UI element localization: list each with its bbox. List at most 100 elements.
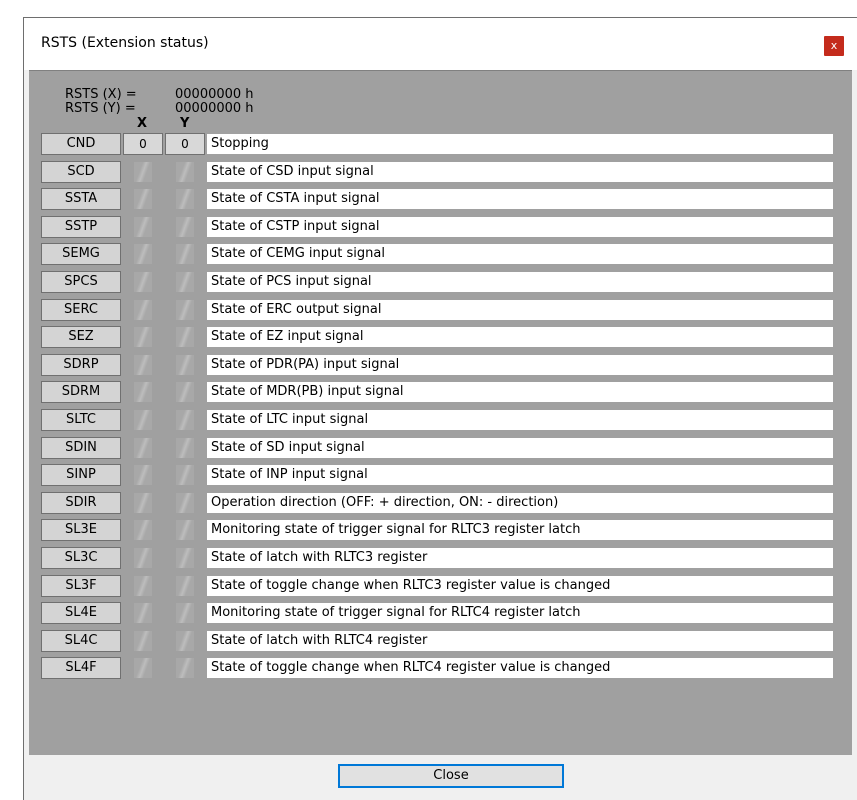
- bit-value-y: [165, 492, 205, 514]
- bit-description: State of CSTA input signal: [207, 189, 833, 209]
- bit-description: State of PCS input signal: [207, 272, 833, 292]
- status-row: SL4E Monitoring state of trigger signal f…: [41, 602, 833, 624]
- bit-value-x: [123, 188, 163, 210]
- bit-description: State of EZ input signal: [207, 327, 833, 347]
- bit-value-x: [123, 299, 163, 321]
- register-x-label: RSTS (X) =: [65, 87, 137, 102]
- disabled-hatch-icon: [176, 438, 194, 458]
- bit-name-button[interactable]: SLTC: [41, 409, 121, 431]
- status-row: SL4C State of latch with RLTC4 register: [41, 630, 833, 652]
- bit-name-button[interactable]: SSTA: [41, 188, 121, 210]
- bit-value-x: [123, 630, 163, 652]
- rsts-dialog: RSTS (Extension status) x RSTS (X) = 000…: [23, 17, 857, 800]
- bit-value-y: [165, 575, 205, 597]
- disabled-hatch-icon: [134, 658, 152, 678]
- bit-name-button[interactable]: SEMG: [41, 243, 121, 265]
- bit-name-button[interactable]: SEZ: [41, 326, 121, 348]
- disabled-hatch-icon: [176, 300, 194, 320]
- close-icon[interactable]: x: [824, 36, 844, 56]
- disabled-hatch-icon: [134, 465, 152, 485]
- register-values: RSTS (X) = 00000000 h RSTS (Y) = 0000000…: [65, 88, 254, 116]
- bit-value-x: [123, 271, 163, 293]
- bit-value-y: [165, 657, 205, 679]
- bit-value-x: [123, 657, 163, 679]
- close-button[interactable]: Close: [338, 764, 564, 788]
- bit-name-button[interactable]: SDRM: [41, 381, 121, 403]
- status-row: SDRP State of PDR(PA) input signal: [41, 354, 833, 376]
- bit-name-button[interactable]: SL4E: [41, 602, 121, 624]
- bit-description: State of CSTP input signal: [207, 217, 833, 237]
- bit-name-button[interactable]: SINP: [41, 464, 121, 486]
- disabled-hatch-icon: [176, 658, 194, 678]
- column-header-x: X: [137, 116, 148, 131]
- disabled-hatch-icon: [134, 493, 152, 513]
- status-row: SL3F State of toggle change when RLTC3 re…: [41, 575, 833, 597]
- bit-value-x: [123, 381, 163, 403]
- bit-name-button[interactable]: SL3E: [41, 519, 121, 541]
- disabled-hatch-icon: [134, 631, 152, 651]
- bit-value-y: [165, 161, 205, 183]
- bit-value-y: [165, 326, 205, 348]
- disabled-hatch-icon: [134, 438, 152, 458]
- disabled-hatch-icon: [134, 327, 152, 347]
- status-row: SLTC State of LTC input signal: [41, 409, 833, 431]
- disabled-hatch-icon: [134, 272, 152, 292]
- register-x-value: 00000000 h: [175, 87, 254, 102]
- bit-value-text: 0: [181, 137, 189, 151]
- disabled-hatch-icon: [176, 465, 194, 485]
- bit-value-x: [123, 437, 163, 459]
- status-row: SDRM State of MDR(PB) input signal: [41, 381, 833, 403]
- bit-name-button[interactable]: SL4C: [41, 630, 121, 652]
- title-bar: RSTS (Extension status) x: [24, 18, 857, 70]
- disabled-hatch-icon: [176, 631, 194, 651]
- bit-description: State of toggle change when RLTC4 regist…: [207, 658, 833, 678]
- status-row: SEZ State of EZ input signal: [41, 326, 833, 348]
- bit-value-y: [165, 243, 205, 265]
- bit-name-button[interactable]: SDRP: [41, 354, 121, 376]
- disabled-hatch-icon: [176, 355, 194, 375]
- bit-name-button[interactable]: SL4F: [41, 657, 121, 679]
- bit-value-text: 0: [139, 137, 147, 151]
- disabled-hatch-icon: [134, 162, 152, 182]
- bit-description: State of SD input signal: [207, 438, 833, 458]
- bit-description: State of LTC input signal: [207, 410, 833, 430]
- bit-value-x: [123, 492, 163, 514]
- register-y-row: RSTS (Y) = 00000000 h: [65, 102, 254, 116]
- bit-value-x: [123, 243, 163, 265]
- bit-name-button[interactable]: SCD: [41, 161, 121, 183]
- bit-description: State of latch with RLTC3 register: [207, 548, 833, 568]
- disabled-hatch-icon: [176, 382, 194, 402]
- bit-description: State of MDR(PB) input signal: [207, 382, 833, 402]
- disabled-hatch-icon: [176, 493, 194, 513]
- bit-description: Operation direction (OFF: + direction, O…: [207, 493, 833, 513]
- bit-value-y: [165, 188, 205, 210]
- bit-value-y: [165, 630, 205, 652]
- disabled-hatch-icon: [176, 576, 194, 596]
- bit-description: State of CSD input signal: [207, 162, 833, 182]
- status-row: SDIN State of SD input signal: [41, 437, 833, 459]
- bit-name-button[interactable]: SDIN: [41, 437, 121, 459]
- status-row: SINP State of INP input signal: [41, 464, 833, 486]
- register-x-row: RSTS (X) = 00000000 h: [65, 88, 254, 102]
- disabled-hatch-icon: [134, 548, 152, 568]
- bit-name-button[interactable]: SDIR: [41, 492, 121, 514]
- status-row: CND 0 0 Stopping: [41, 133, 833, 155]
- status-row: SSTA State of CSTA input signal: [41, 188, 833, 210]
- disabled-hatch-icon: [134, 217, 152, 237]
- disabled-hatch-icon: [134, 576, 152, 596]
- bit-value-x: [123, 409, 163, 431]
- bit-name-button[interactable]: SSTP: [41, 216, 121, 238]
- disabled-hatch-icon: [176, 189, 194, 209]
- bit-name-button[interactable]: SERC: [41, 299, 121, 321]
- bit-name-button[interactable]: CND: [41, 133, 121, 155]
- bit-name-button[interactable]: SL3C: [41, 547, 121, 569]
- status-row: SSTP State of CSTP input signal: [41, 216, 833, 238]
- bit-name-button[interactable]: SPCS: [41, 271, 121, 293]
- bit-value-y: [165, 547, 205, 569]
- disabled-hatch-icon: [176, 520, 194, 540]
- status-row: SERC State of ERC output signal: [41, 299, 833, 321]
- bit-name-button[interactable]: SL3F: [41, 575, 121, 597]
- bit-description: State of latch with RLTC4 register: [207, 631, 833, 651]
- disabled-hatch-icon: [134, 603, 152, 623]
- bit-value-y: [165, 519, 205, 541]
